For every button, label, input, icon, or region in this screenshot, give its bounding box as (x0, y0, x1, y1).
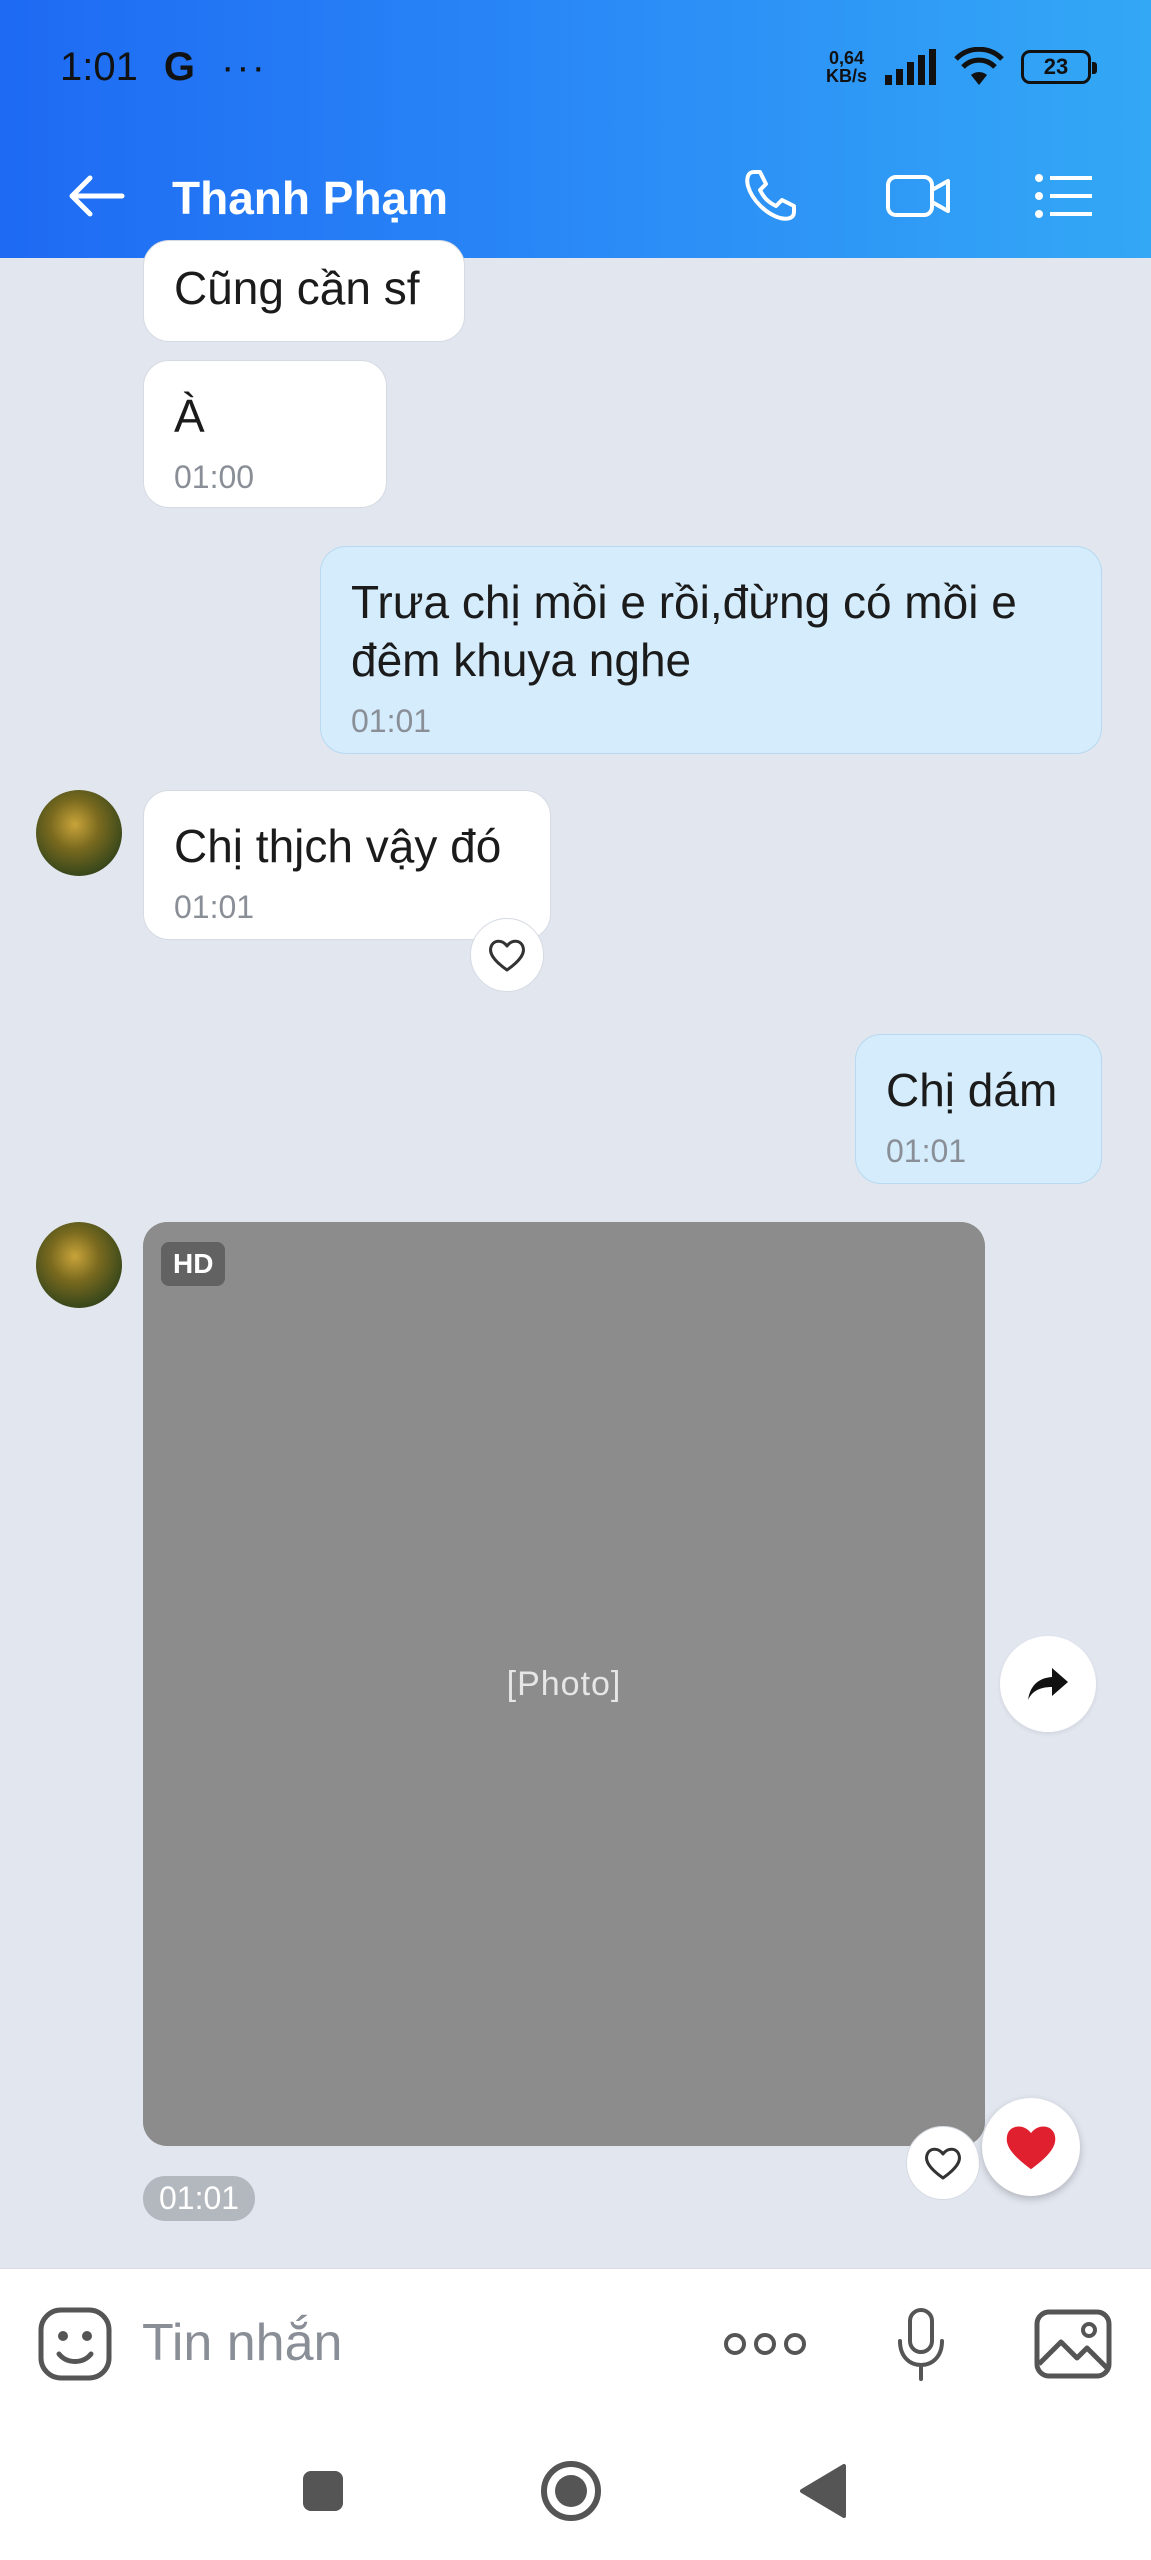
avatar[interactable] (36, 1222, 122, 1308)
heart-reaction-icon[interactable] (470, 918, 544, 992)
photo-message[interactable]: [Photo] HD (143, 1222, 985, 2146)
network-speed-value: 0,64 (828, 48, 865, 68)
network-speed-unit: KB/s (825, 66, 867, 86)
microphone-icon[interactable] (876, 2299, 966, 2389)
battery-level: 23 (1043, 54, 1069, 79)
sticker-icon[interactable] (30, 2299, 120, 2389)
message-bubble-outgoing[interactable]: Trưa chị mồi e rồi,đừng có mồi e đêm khu… (320, 546, 1102, 754)
photo-time: 01:01 (143, 2176, 256, 2221)
heart-reaction-icon[interactable] (906, 2126, 980, 2200)
google-icon: G (163, 44, 195, 89)
network-speed: 0,64 KB/s (826, 49, 867, 85)
message-text: Cũng cần sf (174, 262, 420, 314)
back-arrow-icon[interactable] (56, 156, 136, 236)
message-time: 01:01 (174, 889, 255, 925)
contact-name[interactable]: Thanh Phạm (172, 158, 448, 238)
message-composer: Tin nhắn (0, 2268, 1151, 2418)
back-icon[interactable] (778, 2446, 868, 2536)
message-bubble-outgoing[interactable]: Chị dám 01:01 (855, 1034, 1102, 1184)
more-options-icon[interactable] (720, 2299, 810, 2389)
recent-apps-icon[interactable] (278, 2446, 368, 2536)
list-menu-icon[interactable] (1024, 156, 1104, 236)
more-notifications-icon: ··· (220, 44, 267, 89)
battery-icon: 23 (1021, 50, 1097, 84)
message-time: 01:00 (174, 459, 255, 495)
message-bubble-incoming[interactable]: Chị thjch vậy đó 01:01 (143, 790, 551, 940)
heart-filled-icon[interactable] (982, 2098, 1080, 2196)
avatar[interactable] (36, 790, 122, 876)
forward-icon[interactable] (1000, 1636, 1096, 1732)
top-bar: 1:01 G ··· 0,64 KB/s 23 Thanh Phạm (0, 0, 1151, 258)
message-input[interactable]: Tin nhắn (142, 2313, 342, 2373)
image-gallery-icon[interactable] (1028, 2299, 1118, 2389)
message-text: Chị thjch vậy đó (174, 820, 502, 872)
signal-icon (885, 49, 936, 85)
message-time: 01:01 (886, 1133, 967, 1169)
system-navigation-bar (0, 2418, 1151, 2560)
message-bubble-incoming[interactable]: Cũng cần sf (143, 240, 465, 342)
message-text: Chị dám (886, 1064, 1058, 1116)
video-camera-icon[interactable] (878, 156, 958, 236)
home-icon[interactable] (526, 2446, 616, 2536)
message-text: À (174, 390, 205, 442)
wifi-icon (954, 47, 1004, 85)
status-bar: 1:01 G ··· 0,64 KB/s 23 (0, 0, 1151, 134)
status-time: 1:01 (60, 44, 138, 89)
message-time: 01:01 (351, 703, 432, 739)
message-bubble-incoming[interactable]: À 01:00 (143, 360, 387, 508)
hd-badge: HD (161, 1242, 226, 1286)
photo-placeholder: [Photo] (506, 1664, 622, 1703)
message-text: Trưa chị mồi e rồi,đừng có mồi e đêm khu… (351, 576, 1017, 686)
phone-icon[interactable] (730, 156, 810, 236)
